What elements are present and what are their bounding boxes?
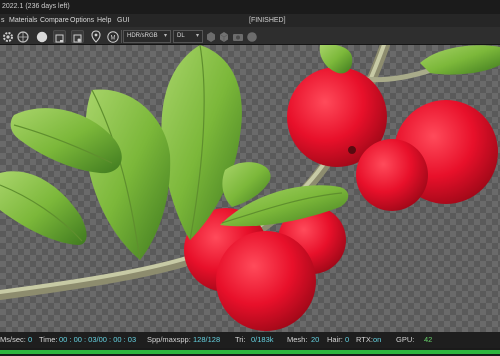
shape-cube-icon[interactable] bbox=[219, 30, 229, 42]
render-progress-bar bbox=[0, 348, 500, 356]
menu-item-gui[interactable]: GUI bbox=[117, 14, 129, 27]
menu-item-help[interactable]: Help bbox=[97, 14, 111, 27]
mesh-label: Mesh: bbox=[287, 335, 308, 344]
menu-item-file[interactable]: s bbox=[1, 14, 5, 27]
berry bbox=[216, 231, 316, 331]
color-space-select[interactable]: HDR/sRGB ▾ bbox=[123, 30, 171, 43]
menu-item-materials[interactable]: Materials bbox=[9, 14, 37, 27]
menu-item-compare[interactable]: Compare bbox=[40, 14, 69, 27]
color-space-value: HDR/sRGB bbox=[127, 33, 158, 39]
rendered-image bbox=[0, 45, 500, 331]
kernel-select[interactable]: DL ▾ bbox=[173, 30, 203, 43]
svg-text:M: M bbox=[111, 35, 116, 41]
mesh-value: 20 bbox=[311, 335, 320, 344]
rtx-value: on bbox=[373, 335, 382, 344]
kernel-value: DL bbox=[177, 33, 185, 39]
spp-label: Spp/maxspp: bbox=[147, 335, 191, 344]
toolbar: M HDR/sRGB ▾ DL ▾ bbox=[0, 27, 500, 45]
ms-sec-value: 0 bbox=[28, 335, 33, 344]
hair-value: 0 bbox=[345, 335, 350, 344]
circle-icon[interactable] bbox=[246, 30, 258, 42]
gear-icon[interactable] bbox=[2, 30, 14, 42]
chevron-down-icon: ▾ bbox=[163, 33, 167, 39]
rtx-label: RTX: bbox=[356, 335, 373, 344]
tri-value: 0/183k bbox=[251, 335, 274, 344]
export-icon[interactable] bbox=[71, 30, 84, 43]
leaf bbox=[85, 89, 171, 260]
render-viewport[interactable] bbox=[0, 45, 500, 332]
time-label: Time: bbox=[39, 335, 58, 344]
tri-label: Tri: bbox=[235, 335, 246, 344]
toolbar-separator bbox=[121, 30, 122, 43]
sphere-icon[interactable] bbox=[17, 30, 29, 43]
gpu-label: GPU: bbox=[396, 335, 415, 344]
gpu-value: 42 bbox=[424, 335, 433, 344]
shape-hex-icon[interactable] bbox=[206, 30, 216, 42]
ms-sec-label: Ms/sec: bbox=[0, 335, 26, 344]
time-value: 00 : 00 : 03/00 : 00 : 03 bbox=[59, 335, 137, 344]
sphere-solid-icon[interactable] bbox=[36, 30, 48, 43]
menu-item-options[interactable]: Options bbox=[70, 14, 94, 27]
spp-value: 128/128 bbox=[193, 335, 221, 344]
berry bbox=[356, 139, 428, 211]
m-badge-icon[interactable]: M bbox=[107, 30, 119, 43]
camera-icon[interactable] bbox=[232, 30, 244, 42]
chevron-down-icon: ▾ bbox=[195, 33, 199, 39]
status-bar: Ms/sec: 0 Time: 00 : 00 : 03/00 : 00 : 0… bbox=[0, 332, 500, 348]
render-status: [FINISHED] bbox=[249, 17, 286, 24]
menu-bar: s Materials Compare Options Help GUI [FI… bbox=[0, 14, 500, 27]
pin-icon[interactable] bbox=[90, 30, 102, 43]
leaf bbox=[420, 45, 500, 75]
save-image-icon[interactable] bbox=[53, 30, 66, 43]
berry-calyx bbox=[348, 146, 356, 154]
render-progress-fill bbox=[0, 350, 500, 354]
window-title: 2022.1 (236 days left) bbox=[0, 0, 500, 14]
hair-label: Hair: bbox=[327, 335, 343, 344]
